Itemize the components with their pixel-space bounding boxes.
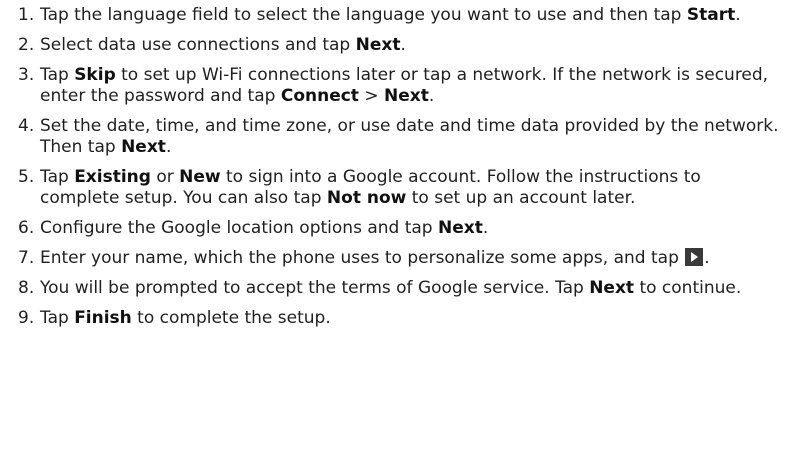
step-text: Configure the Google location options an… (40, 218, 779, 239)
step-number: 3. (18, 65, 35, 85)
step-text-run: Tap (40, 65, 75, 85)
step-text: Enter your name, which the phone uses to… (40, 248, 779, 269)
ui-term-new: New (179, 167, 221, 187)
ui-term-next: Next (384, 86, 429, 106)
step-number: 4. (18, 116, 35, 136)
step-number: 2. (18, 35, 35, 55)
step-5: 5. Tap Existing or New to sign into a Go… (18, 167, 779, 209)
play-icon (685, 248, 704, 266)
step-text-run: . (704, 248, 710, 268)
step-text: Tap Finish to complete the setup. (40, 308, 779, 329)
step-text-run: to complete the setup. (131, 308, 331, 328)
step-text-run: . (482, 218, 489, 238)
step-text: Tap Existing or New to sign into a Googl… (40, 167, 779, 209)
step-text-run: . (400, 35, 406, 55)
step-text: Select data use connections and tap Next… (40, 35, 779, 56)
step-text: Tap Skip to set up Wi-Fi connections lat… (40, 65, 779, 107)
step-number: 1. (18, 5, 35, 25)
step-text-run: > (358, 86, 384, 106)
step-text: Set the date, time, and time zone, or us… (40, 116, 779, 158)
step-text-run: to set up an account later. (406, 188, 636, 208)
step-number: 5. (18, 167, 35, 187)
step-text-run: to continue. (634, 278, 742, 298)
step-text-run: Select data use connections and tap (40, 35, 356, 55)
ui-term-start: Start (686, 5, 736, 25)
step-number: 6. (18, 218, 35, 238)
step-text-run: . (428, 86, 435, 106)
step-1: 1. Tap the language field to select the … (18, 5, 779, 26)
step-4: 4. Set the date, time, and time zone, or… (18, 116, 779, 158)
step-2: 2. Select data use connections and tap N… (18, 35, 779, 56)
ui-term-existing: Existing (74, 167, 151, 187)
step-text-run: Enter your name, which the phone uses to… (40, 248, 685, 268)
step-3: 3. Tap Skip to set up Wi-Fi connections … (18, 65, 779, 107)
step-text-run: Tap (40, 167, 75, 187)
step-text-run: You will be prompted to accept the terms… (40, 278, 590, 298)
step-text-run: Tap the language field to select the lan… (40, 5, 687, 25)
ui-term-next: Next (438, 218, 483, 238)
ui-term-not-now: Not now (326, 188, 407, 208)
step-text-run: Configure the Google location options an… (40, 218, 438, 238)
ui-term-skip: Skip (74, 65, 116, 85)
step-number: 7. (18, 248, 35, 268)
ui-term-next: Next (355, 35, 401, 55)
step-text-run: Tap (40, 308, 75, 328)
step-text-run: or (150, 167, 180, 187)
step-9: 9. Tap Finish to complete the setup. (18, 308, 779, 329)
step-text-run: . (735, 5, 741, 25)
step-8: 8. You will be prompted to accept the te… (18, 278, 779, 299)
step-7: 7. Enter your name, which the phone uses… (18, 248, 779, 269)
ui-term-next: Next (589, 278, 635, 298)
setup-instructions-document: 1. Tap the language field to select the … (0, 0, 807, 450)
step-text: You will be prompted to accept the terms… (40, 278, 779, 299)
step-text: Tap the language field to select the lan… (40, 5, 779, 26)
ui-term-connect: Connect (280, 86, 359, 106)
step-text-run: . (165, 137, 172, 157)
step-number: 8. (18, 278, 35, 298)
ui-term-next: Next (121, 137, 166, 157)
setup-steps-list: 1. Tap the language field to select the … (18, 5, 779, 329)
ui-term-finish: Finish (74, 308, 132, 328)
step-6: 6. Configure the Google location options… (18, 218, 779, 239)
step-number: 9. (18, 308, 35, 328)
